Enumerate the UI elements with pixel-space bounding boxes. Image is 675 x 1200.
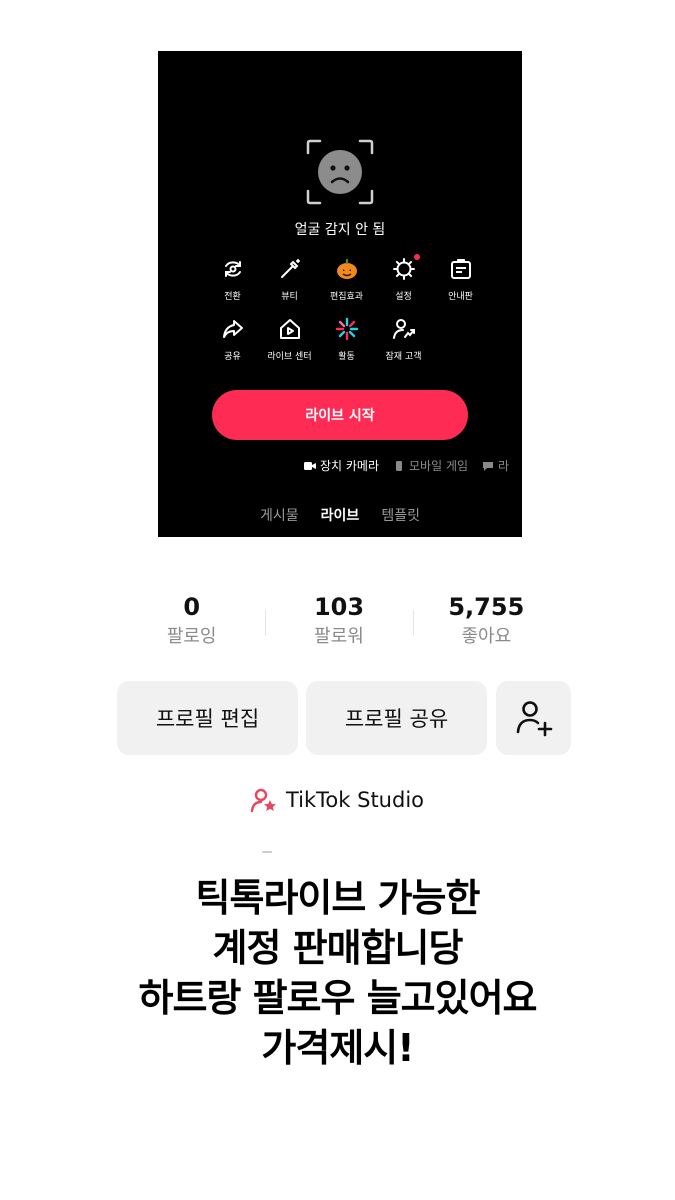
source-other[interactable]: 라 <box>482 457 509 474</box>
sale-caption: 틱톡라이브 가능한 계정 판매합니당 하트랑 팔로우 늘고있어요 가격제시! <box>0 873 675 1073</box>
studio-label: TikTok Studio <box>286 788 425 812</box>
stat-value: 0 <box>183 593 201 621</box>
stat-value: 5,755 <box>448 593 525 621</box>
caption-line: 계정 판매합니당 <box>212 926 464 970</box>
source-label: 모바일 게임 <box>409 459 469 473</box>
add-friend-button[interactable] <box>496 681 571 755</box>
stat-followers[interactable]: 103 팔로워 <box>265 590 412 650</box>
stat-likes[interactable]: 5,755 좋아요 <box>413 590 560 650</box>
tool-settings[interactable]: 설정 <box>375 254 432 316</box>
live-center-home-icon <box>277 316 303 342</box>
tool-label: 라이브 센터 <box>267 352 312 362</box>
tool-share[interactable]: 공유 <box>204 316 261 376</box>
tab-live[interactable]: 라이브 <box>321 505 360 525</box>
stat-value: 103 <box>313 593 365 621</box>
magic-wand-icon <box>277 256 303 282</box>
tool-label: 활동 <box>338 352 355 362</box>
tool-label: 설정 <box>395 292 412 302</box>
stat-divider <box>413 610 414 636</box>
profile-stats: 0 팔로잉 103 팔로워 5,755 좋아요 <box>118 590 560 650</box>
stat-following[interactable]: 0 팔로잉 <box>118 590 265 650</box>
caption-line: 가격제시! <box>261 1026 414 1070</box>
share-arrow-icon <box>220 316 246 342</box>
source-label: 장치 카메라 <box>320 459 380 473</box>
camera-flip-icon <box>220 256 246 282</box>
notice-board-icon <box>448 256 474 282</box>
tool-label: 안내판 <box>448 292 473 302</box>
caption-line: 하트랑 팔로우 늘고있어요 <box>138 976 537 1020</box>
pumpkin-effect-icon <box>334 256 360 282</box>
person-star-icon <box>250 788 276 813</box>
tool-effects[interactable]: 편집효과 <box>318 256 375 316</box>
activity-burst-icon <box>334 316 360 342</box>
stat-label: 팔로잉 <box>166 626 217 647</box>
phone-icon <box>396 460 403 471</box>
share-profile-button[interactable]: 프로필 공유 <box>306 681 487 755</box>
live-tools-grid: 전환 뷰티 편집효과 설정 안내판 공유 라이브 센터 활동 잠재 고객 <box>204 254 476 376</box>
tool-flip[interactable]: 전환 <box>204 256 261 316</box>
face-detection-icon <box>306 139 374 205</box>
source-device-camera[interactable]: 장치 카메라 <box>304 457 379 474</box>
tool-live-center[interactable]: 라이브 센터 <box>261 316 318 376</box>
live-preview-screenshot: 얼굴 감지 안 됨 전환 뷰티 편집효과 설정 안내판 공유 라이브 센터 활동… <box>158 51 522 537</box>
stream-source-tabs: 장치 카메라 모바일 게임 라 <box>304 457 509 474</box>
add-person-icon <box>516 701 552 737</box>
stat-label: 팔로워 <box>314 626 364 647</box>
tool-activity[interactable]: 활동 <box>318 316 375 376</box>
tiktok-studio-link[interactable]: TikTok Studio <box>250 786 424 814</box>
gear-icon <box>391 256 417 282</box>
tab-post[interactable]: 게시물 <box>260 505 299 525</box>
divider-mark <box>262 851 272 853</box>
potential-audience-icon <box>391 316 417 342</box>
source-mobile-game[interactable]: 모바일 게임 <box>393 457 468 474</box>
tool-label: 잠재 고객 <box>385 352 422 362</box>
tool-beauty[interactable]: 뷰티 <box>261 256 318 316</box>
tool-label: 뷰티 <box>281 292 298 302</box>
face-not-detected-text: 얼굴 감지 안 됨 <box>294 222 386 238</box>
tool-potential-audience[interactable]: 잠재 고객 <box>375 316 432 376</box>
source-label: 라 <box>498 459 510 473</box>
camera-mode-tabs: 게시물 라이브 템플릿 <box>158 505 522 525</box>
tab-template[interactable]: 템플릿 <box>381 505 420 525</box>
tool-label: 전환 <box>224 292 241 302</box>
tool-label: 공유 <box>224 352 241 362</box>
notification-dot <box>414 254 420 260</box>
stat-label: 좋아요 <box>461 626 512 647</box>
caption-line: 틱톡라이브 가능한 <box>195 876 481 920</box>
video-camera-icon <box>304 461 316 470</box>
chat-icon <box>483 461 494 471</box>
tool-notice-board[interactable]: 안내판 <box>432 256 489 316</box>
edit-profile-button[interactable]: 프로필 편집 <box>117 681 298 755</box>
tool-label: 편집효과 <box>329 292 364 302</box>
go-live-button[interactable]: 라이브 시작 <box>212 390 468 440</box>
stat-divider <box>265 610 266 636</box>
